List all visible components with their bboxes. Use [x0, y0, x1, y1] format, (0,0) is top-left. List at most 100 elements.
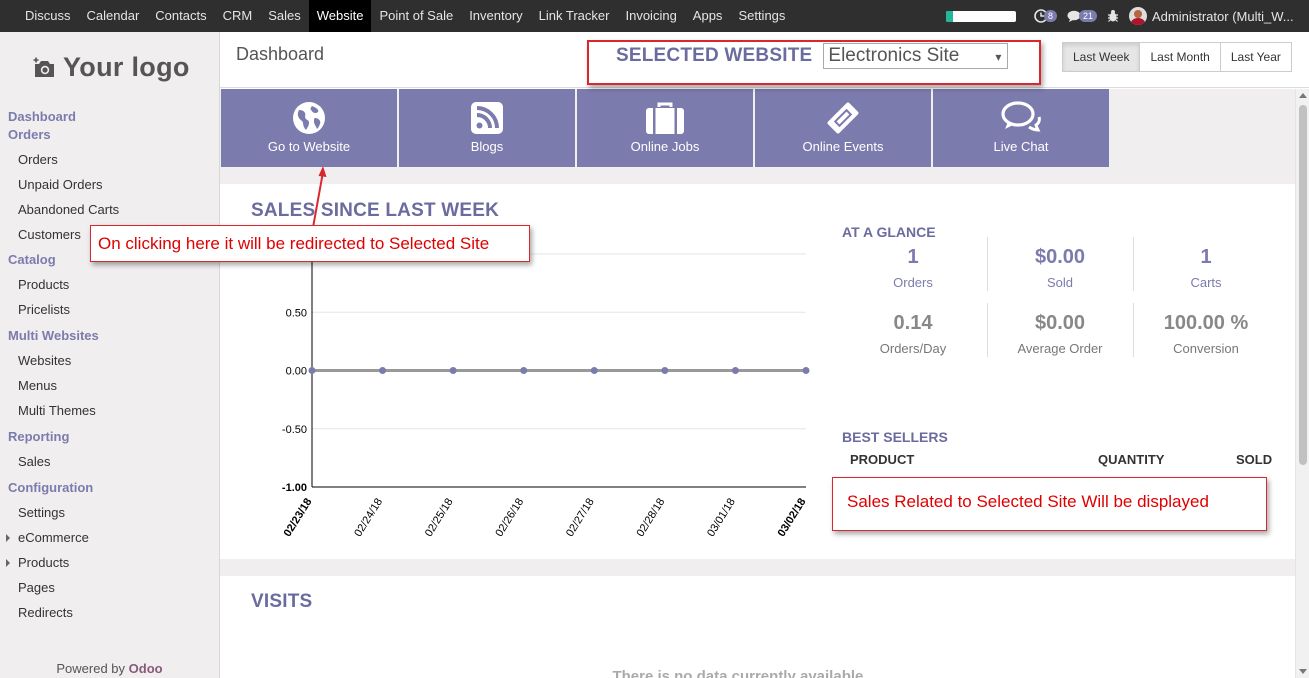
x-tick-label: 02/23/18	[282, 496, 315, 539]
kpi-label: Carts	[1190, 275, 1222, 290]
live-chat-tile[interactable]: Live Chat	[933, 89, 1109, 167]
sidebar-item-config-products[interactable]: Products	[0, 550, 219, 575]
x-tick-label: 03/02/18	[776, 496, 809, 539]
online-events-tile[interactable]: Online Events	[755, 89, 931, 167]
sidebar-item-pricelists[interactable]: Pricelists	[0, 297, 219, 322]
message-count-badge: 21	[1078, 10, 1097, 22]
menu-point-of-sale[interactable]: Point of Sale	[371, 0, 461, 32]
menu-invoicing[interactable]: Invoicing	[617, 0, 684, 32]
debug-button[interactable]	[1107, 9, 1119, 23]
sidebar-item-settings[interactable]: Settings	[0, 500, 219, 525]
menu-inventory[interactable]: Inventory	[461, 0, 530, 32]
menu-sales[interactable]: Sales	[260, 0, 309, 32]
col-product: PRODUCT	[850, 452, 915, 467]
bug-icon	[1108, 10, 1118, 22]
menu-website[interactable]: Website	[308, 0, 372, 32]
sidebar-item-abandoned-carts[interactable]: Abandoned Carts	[0, 197, 219, 222]
tile-label: Online Jobs	[630, 139, 700, 154]
sales-title: SALES SINCE LAST WEEK	[251, 200, 500, 221]
visits-panel: VISITS There is no data currently availa…	[220, 576, 1295, 678]
top-navbar: Discuss Calendar Contacts CRM Sales Webs…	[0, 0, 1309, 32]
sidebar-section-dashboard[interactable]: Dashboard	[0, 108, 219, 126]
menu-link-tracker[interactable]: Link Tracker	[531, 0, 618, 32]
y-tick-label: -1.00	[282, 482, 307, 494]
powered-by: Powered by Odoo	[0, 661, 219, 676]
online-jobs-tile[interactable]: Online Jobs	[577, 89, 753, 167]
sidebar-item-products[interactable]: Products	[0, 272, 219, 297]
powered-by-text: Powered by	[56, 661, 126, 676]
company-logo: Your logo	[33, 52, 190, 83]
col-sold: SOLD	[1236, 452, 1273, 467]
x-tick-label: 02/26/18	[493, 496, 526, 539]
kpi-carts[interactable]: 1 Carts	[1133, 245, 1279, 299]
go-to-website-tile[interactable]: Go to Website	[221, 89, 397, 167]
menu-settings[interactable]: Settings	[730, 0, 793, 32]
odoo-link[interactable]: Odoo	[129, 661, 163, 676]
activity-button[interactable]: 8	[1034, 9, 1057, 23]
user-avatar	[1129, 7, 1147, 25]
y-tick-label: -0.50	[282, 424, 307, 436]
sidebar-item-ecommerce[interactable]: eCommerce	[0, 525, 219, 550]
highlight-spacer	[1036, 40, 1042, 85]
scroll-up-arrow[interactable]	[1299, 93, 1307, 98]
tile-label: Online Events	[802, 139, 884, 154]
x-tick-label: 02/25/18	[423, 496, 456, 539]
kpi-orders-per-day: 0.14 Orders/Day	[840, 311, 986, 365]
data-point	[590, 367, 598, 374]
sidebar-section-multi-websites[interactable]: Multi Websites	[0, 327, 219, 345]
blogs-tile[interactable]: Blogs	[399, 89, 575, 167]
x-tick-label: 03/01/18	[705, 496, 738, 539]
sidebar-item-redirects[interactable]: Redirects	[0, 600, 219, 625]
kpi-label: Orders/Day	[879, 341, 947, 356]
page-title: Dashboard	[236, 44, 325, 64]
menu-discuss[interactable]: Discuss	[17, 0, 79, 32]
user-menu[interactable]: Administrator (Multi_W...	[1129, 7, 1309, 25]
best-sellers-title: BEST SELLERS	[842, 429, 948, 445]
kpi-value: $0.00	[1034, 246, 1086, 268]
rss-icon	[471, 102, 503, 134]
vertical-scrollbar[interactable]	[1295, 89, 1309, 678]
last-month-button[interactable]: Last Month	[1139, 42, 1221, 72]
sidebar-item-websites[interactable]: Websites	[0, 348, 219, 373]
messaging-button[interactable]: 21	[1067, 10, 1097, 23]
menu-crm[interactable]: CRM	[215, 0, 261, 32]
scroll-thumb[interactable]	[1299, 105, 1307, 465]
scroll-down-arrow[interactable]	[1299, 669, 1307, 674]
sidebar-section-reporting[interactable]: Reporting	[0, 428, 219, 446]
sidebar-item-menus[interactable]: Menus	[0, 373, 219, 398]
tile-label: Blogs	[470, 139, 504, 154]
kpi-label: Orders	[893, 275, 933, 290]
kpi-conversion: 100.00 % Conversion	[1133, 311, 1279, 365]
visits-title: VISITS	[251, 591, 313, 612]
sidebar-item-reporting-sales[interactable]: Sales	[0, 449, 219, 474]
website-selector-highlight	[587, 40, 1041, 85]
logo-text: Your logo	[63, 52, 190, 82]
kpi-orders[interactable]: 1 Orders	[840, 245, 986, 299]
sales-annotation: Sales Related to Selected Site Will be d…	[832, 477, 1267, 531]
sidebar-section-configuration[interactable]: Configuration	[0, 479, 219, 497]
menu-apps[interactable]: Apps	[685, 0, 731, 32]
sidebar-item-pages[interactable]: Pages	[0, 575, 219, 600]
kpi-value: 0.14	[893, 312, 933, 334]
sidebar-item-orders[interactable]: Orders	[0, 147, 219, 172]
kpi-sold[interactable]: $0.00 Sold	[987, 245, 1133, 299]
app-menu: Discuss Calendar Contacts CRM Sales Webs…	[0, 0, 793, 32]
kpi-average-order: $0.00 Average Order	[987, 311, 1133, 365]
menu-calendar[interactable]: Calendar	[79, 0, 148, 32]
planner-progress-bar[interactable]	[945, 10, 1016, 22]
tile-label: Live Chat	[993, 139, 1049, 154]
sidebar-menu: Dashboard Orders Orders Unpaid Orders Ab…	[0, 108, 219, 625]
progress-fill	[945, 10, 953, 22]
kpi-value: 1	[907, 246, 919, 268]
menu-contacts[interactable]: Contacts	[147, 0, 214, 32]
sidebar-item-unpaid-orders[interactable]: Unpaid Orders	[0, 172, 219, 197]
chat-bubbles-icon	[1001, 101, 1041, 132]
last-year-button[interactable]: Last Year	[1219, 42, 1292, 72]
sidebar-item-multi-themes[interactable]: Multi Themes	[0, 398, 219, 423]
last-week-button[interactable]: Last Week	[1062, 42, 1141, 72]
shortcut-tiles: Go to Website Blogs Online Jobs Online E…	[221, 89, 1111, 167]
data-point	[731, 367, 739, 374]
at-a-glance-title: AT A GLANCE	[842, 224, 936, 240]
camera-plus-icon	[33, 57, 54, 77]
sidebar-section-orders[interactable]: Orders	[0, 126, 219, 144]
